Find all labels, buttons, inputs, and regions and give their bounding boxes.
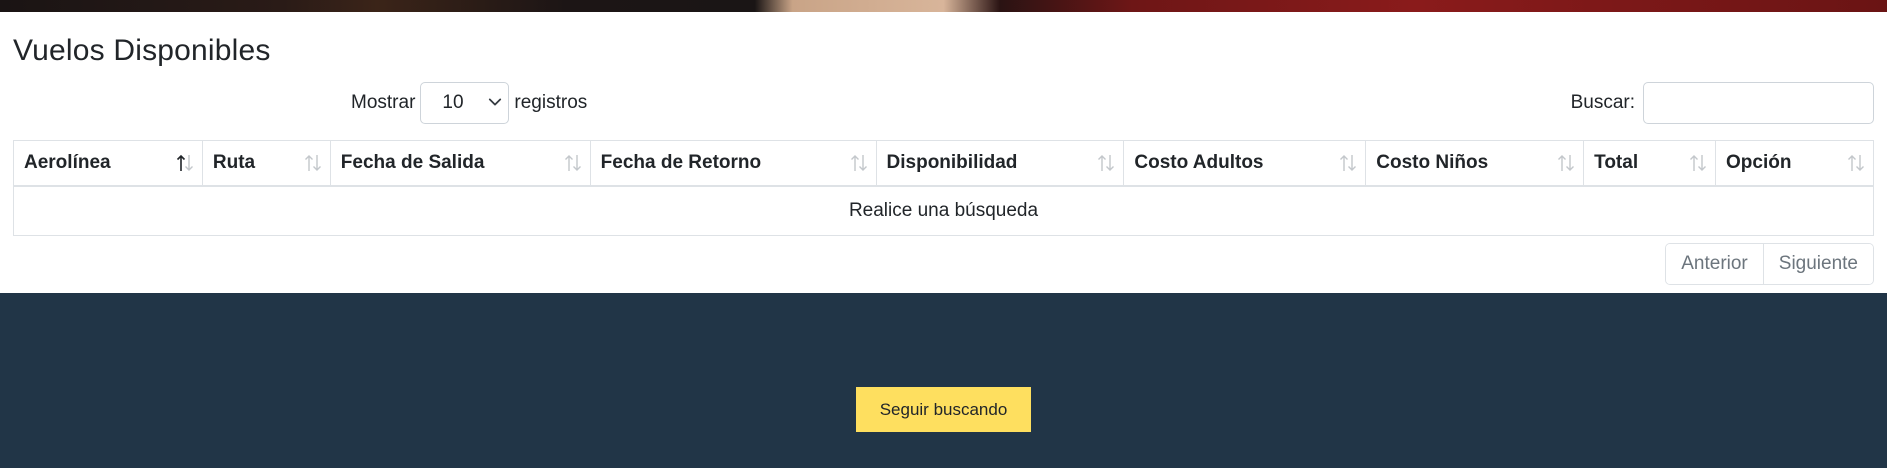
column-label: Costo Niños [1376, 151, 1489, 173]
column-label: Fecha de Salida [340, 151, 485, 173]
footer-section: Seguir buscando [0, 293, 1887, 468]
sort-arrows-icon [304, 155, 321, 171]
search-label: Buscar: [1570, 92, 1635, 113]
continue-searching-button[interactable]: Seguir buscando [856, 387, 1031, 432]
search-control: Buscar: [1571, 82, 1874, 124]
table-header-row: Aerolínea Ruta Fecha de Salida Fecha de … [13, 140, 1874, 187]
column-header-fecha-salida[interactable]: Fecha de Salida [329, 140, 591, 187]
sort-arrows-icon [1098, 155, 1115, 171]
sort-arrows-icon [1558, 155, 1575, 171]
column-label: Costo Adultos [1134, 151, 1264, 173]
pagination: Anterior Siguiente [1665, 243, 1874, 285]
page-length-value: 10 [442, 92, 464, 113]
sort-asc-icon [176, 154, 193, 171]
column-label: Aerolínea [24, 151, 111, 173]
empty-table-message: Realice una búsqueda [13, 185, 1874, 236]
column-label: Total [1594, 151, 1639, 173]
search-input[interactable] [1643, 82, 1874, 124]
sort-arrows-icon [1340, 155, 1357, 171]
column-header-disponibilidad[interactable]: Disponibilidad [875, 140, 1125, 187]
sort-arrows-icon [850, 155, 867, 171]
previous-page-button[interactable]: Anterior [1666, 244, 1763, 284]
column-label: Ruta [212, 151, 256, 173]
length-control: Mostrar 10 registros [351, 82, 587, 124]
length-suffix-label: registros [514, 92, 588, 113]
column-label: Disponibilidad [886, 151, 1018, 173]
column-header-costo-adultos[interactable]: Costo Adultos [1123, 140, 1367, 187]
sort-arrows-icon [1848, 155, 1864, 171]
page-length-select[interactable]: 10 [420, 82, 510, 124]
column-label: Opción [1726, 151, 1792, 173]
column-header-aerolinea[interactable]: Aerolínea [13, 140, 203, 187]
next-page-button[interactable]: Siguiente [1762, 244, 1873, 284]
sort-arrows-icon [564, 155, 581, 171]
length-prefix-label: Mostrar [351, 92, 416, 113]
column-header-ruta[interactable]: Ruta [201, 140, 331, 187]
sort-arrows-icon [1690, 155, 1707, 171]
column-header-total[interactable]: Total [1583, 140, 1717, 187]
page-title: Vuelos Disponibles [13, 34, 271, 67]
flights-table: Aerolínea Ruta Fecha de Salida Fecha de … [13, 140, 1874, 236]
column-label: Fecha de Retorno [600, 151, 762, 173]
column-header-fecha-retorno[interactable]: Fecha de Retorno [589, 140, 877, 187]
hero-image-strip [0, 0, 1887, 12]
table-row: Realice una búsqueda [13, 185, 1874, 236]
chevron-down-icon [489, 98, 502, 106]
column-header-costo-ninos[interactable]: Costo Niños [1365, 140, 1585, 187]
column-header-opcion[interactable]: Opción [1715, 140, 1874, 187]
